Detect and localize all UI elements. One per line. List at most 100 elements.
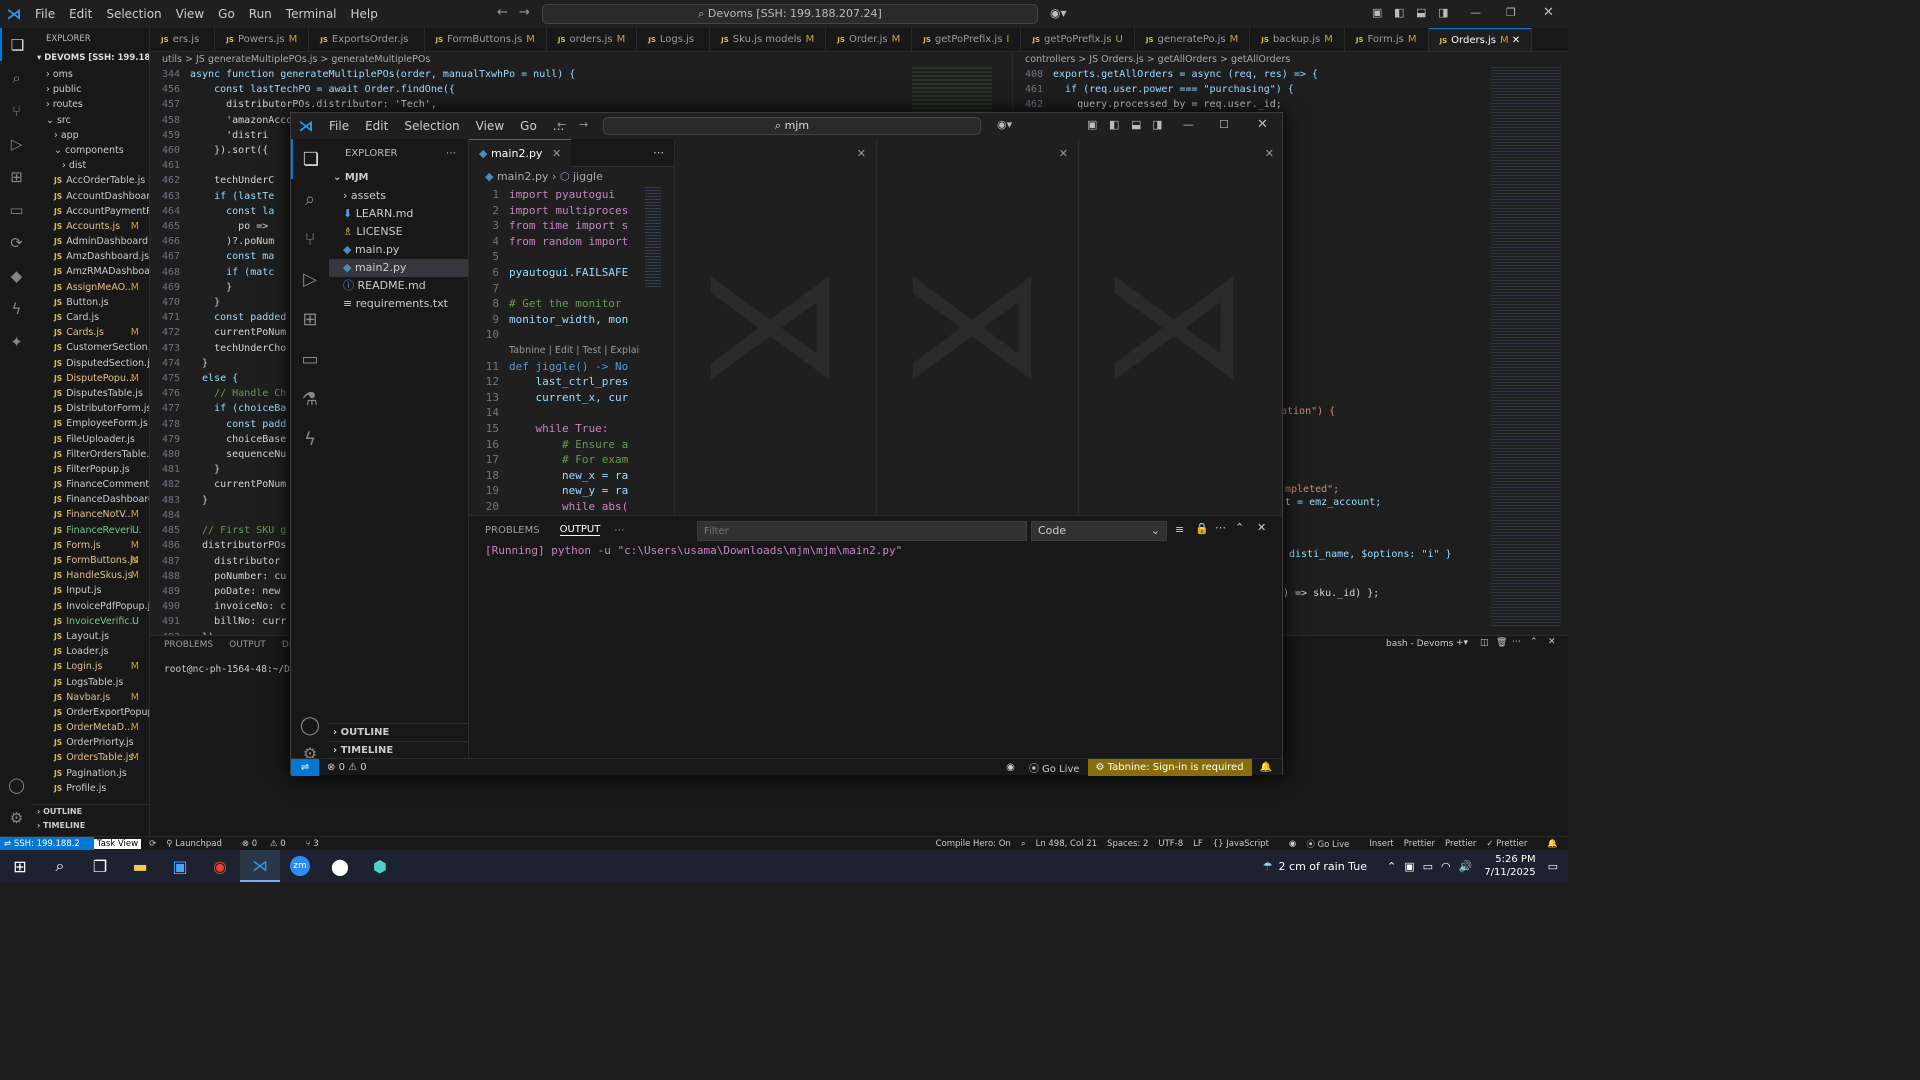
chrome-icon[interactable]: ◉ [200, 850, 240, 882]
problems-indicator[interactable]: ⊗ 0 ⚠ 0 [242, 839, 296, 849]
copilot-status-icon[interactable]: ◉ [1289, 839, 1296, 849]
menu-selection[interactable]: Selection [106, 7, 161, 21]
remote-indicator[interactable]: ⇌ SSH: 199.188.2 [0, 836, 94, 851]
file-item[interactable]: JS Accounts.js M [33, 219, 149, 234]
source-control-icon[interactable]: ⑂ [291, 219, 329, 259]
notification-center-icon[interactable]: ▭ [1548, 860, 1558, 873]
search-view-icon[interactable]: ⌕ [291, 179, 329, 219]
file-item[interactable]: JS FilterPopup.js [33, 462, 149, 477]
remote-indicator[interactable]: ⇌ [291, 758, 319, 776]
file-item[interactable]: JS EmployeeForm.js [33, 416, 149, 431]
run-debug-icon[interactable]: ▷ [291, 259, 329, 299]
battery-icon[interactable]: ▭ [1423, 860, 1433, 873]
more-actions-icon[interactable]: ⋯ [653, 146, 664, 159]
maximize-panel-icon[interactable]: ⌃ [1530, 637, 1538, 647]
close-group-icon[interactable]: ✕ [857, 147, 866, 160]
file-item[interactable]: JSFinanceComments.js [33, 477, 149, 492]
menu-terminal[interactable]: Terminal [286, 7, 337, 21]
output-channel-select[interactable]: Code ⌄ [1031, 521, 1167, 541]
file-item[interactable]: JS LogsTable.js [33, 675, 149, 690]
volume-icon[interactable]: 🔊 [1459, 860, 1473, 873]
close-window-icon[interactable]: ✕ [1543, 5, 1554, 20]
back-arrow-icon[interactable]: ← [557, 118, 566, 131]
notifications-icon[interactable]: 🔔 [1260, 762, 1272, 773]
file-item[interactable]: JS Card.js [33, 310, 149, 325]
more-actions-icon[interactable]: ⋯ [1215, 521, 1226, 534]
kill-terminal-icon[interactable]: 🗑 [1496, 638, 1507, 648]
extensions-icon[interactable]: ⊞ [291, 299, 329, 339]
tab-output[interactable]: OUTPUT [559, 524, 601, 536]
file-item[interactable]: JS CustomerSection.js [33, 340, 149, 355]
workspace-root[interactable]: ⌄ MJM [329, 169, 468, 187]
toggle-panel-icon[interactable]: ⬓ [1131, 118, 1141, 131]
encoding[interactable]: UTF-8 [1158, 839, 1183, 849]
minimize-icon[interactable]: — [1183, 118, 1194, 131]
editor-tab[interactable]: JS Sku.js models M [710, 28, 827, 51]
extensions-icon[interactable]: ⊞ [0, 160, 33, 193]
file-item[interactable]: ♗ LICENSE [329, 223, 468, 241]
file-item[interactable]: JS AdminDashboard.js [33, 234, 149, 249]
file-item[interactable]: JS DistributorForm.js [33, 401, 149, 416]
folder-src[interactable]: ⌄ src [33, 113, 149, 128]
file-item[interactable]: JS AccOrderTable.js [33, 173, 149, 188]
editor-tab[interactable]: JS getPoPrefix.js U [1021, 28, 1135, 51]
file-item[interactable]: JS AmzDashboard.js [33, 249, 149, 264]
toggle-panel-icon[interactable]: ⬓ [1416, 6, 1426, 19]
restore-icon[interactable]: ❐ [1506, 6, 1516, 19]
file-item[interactable]: JS Login.js M [33, 659, 149, 674]
file-item[interactable]: JS InvoicePdfPopup.js [33, 599, 149, 614]
file-item[interactable]: JS Form.js M [33, 538, 149, 553]
codelens[interactable]: Tabnine | Edit | Test | Explai [469, 343, 674, 359]
editor-tab[interactable]: JS Logs.js [637, 28, 711, 51]
file-explorer-icon[interactable]: ▬ [120, 850, 160, 882]
source-control-icon[interactable]: ⑂ [0, 94, 33, 127]
file-item[interactable]: JS AccountDashboar... [33, 189, 149, 204]
taskbar-search-icon[interactable]: ⌕ [40, 850, 80, 882]
file-item[interactable]: ◆ main2.py [329, 259, 468, 277]
file-item[interactable]: JS Loader.js [33, 644, 149, 659]
editor-tab[interactable]: JS FormButtons.js M [425, 28, 547, 51]
folder-app[interactable]: › app [33, 128, 149, 143]
tray-icon[interactable]: ▣ [1404, 860, 1414, 873]
file-item[interactable]: JS OrderMetaD... M [33, 720, 149, 735]
menu-edit[interactable]: Edit [365, 119, 388, 133]
copilot-status-icon[interactable]: ◉ [1006, 762, 1015, 773]
timeline-icon[interactable]: ⟳ [0, 226, 33, 259]
minimap[interactable] [1491, 67, 1561, 627]
menu-help[interactable]: Help [351, 7, 378, 21]
add-terminal-icon[interactable]: +▾ [1456, 638, 1468, 648]
task-view-icon[interactable]: ❐ [80, 850, 120, 882]
tab-problems[interactable]: PROBLEMS [164, 636, 213, 654]
file-item[interactable]: JS DisputedSection.js [33, 356, 149, 371]
toggle-secondary-sidebar-icon[interactable]: ◨ [1152, 118, 1162, 131]
layout-icon[interactable]: ▣ [1087, 118, 1097, 131]
outline-section[interactable]: › OUTLINE [33, 804, 149, 818]
folder-public[interactable]: › public [33, 82, 149, 97]
editor-tab[interactable]: JS getPoPrefix.js I [912, 28, 1022, 51]
editor-tab[interactable]: JS ExportsOrder.js [309, 28, 425, 51]
file-item[interactable]: JS Navbar.js M [33, 690, 149, 705]
editor-tab[interactable]: JS orders.js M [547, 28, 638, 51]
close-tab-icon[interactable]: ✕ [552, 147, 561, 160]
file-item[interactable]: JS InvoiceVerific... U [33, 614, 149, 629]
file-item[interactable]: ⓘ README.md [329, 277, 468, 295]
close-group-icon[interactable]: ✕ [1265, 147, 1274, 160]
problems-indicator[interactable]: ⊗ 0 ⚠ 0 [327, 762, 367, 773]
output-filter-input[interactable] [697, 521, 1027, 541]
zoom-icon[interactable]: ⌕ [1021, 839, 1026, 849]
windows-start-icon[interactable]: ⊞ [0, 850, 40, 882]
close-tab-icon[interactable]: ✕ [1509, 35, 1520, 46]
file-item[interactable]: JS Button.js [33, 295, 149, 310]
lock-scroll-icon[interactable]: 🔒 [1195, 522, 1209, 535]
command-center[interactable]: ⌕ mjm [603, 117, 981, 135]
file-item[interactable]: JS OrderPriorty.js [33, 735, 149, 750]
explorer-icon[interactable]: ❏ [291, 139, 329, 179]
tab-output[interactable]: OUTPUT [229, 636, 266, 654]
menu-edit[interactable]: Edit [69, 7, 92, 21]
lightning-icon[interactable]: ϟ [291, 419, 329, 459]
editor-tab[interactable]: JS backup.js M [1250, 28, 1345, 51]
layout-icon[interactable]: ▣ [1372, 6, 1382, 19]
menu-go[interactable]: Go [520, 119, 537, 133]
menu-run[interactable]: Run [249, 7, 272, 21]
file-item[interactable]: JS FinanceNotV... M [33, 507, 149, 522]
